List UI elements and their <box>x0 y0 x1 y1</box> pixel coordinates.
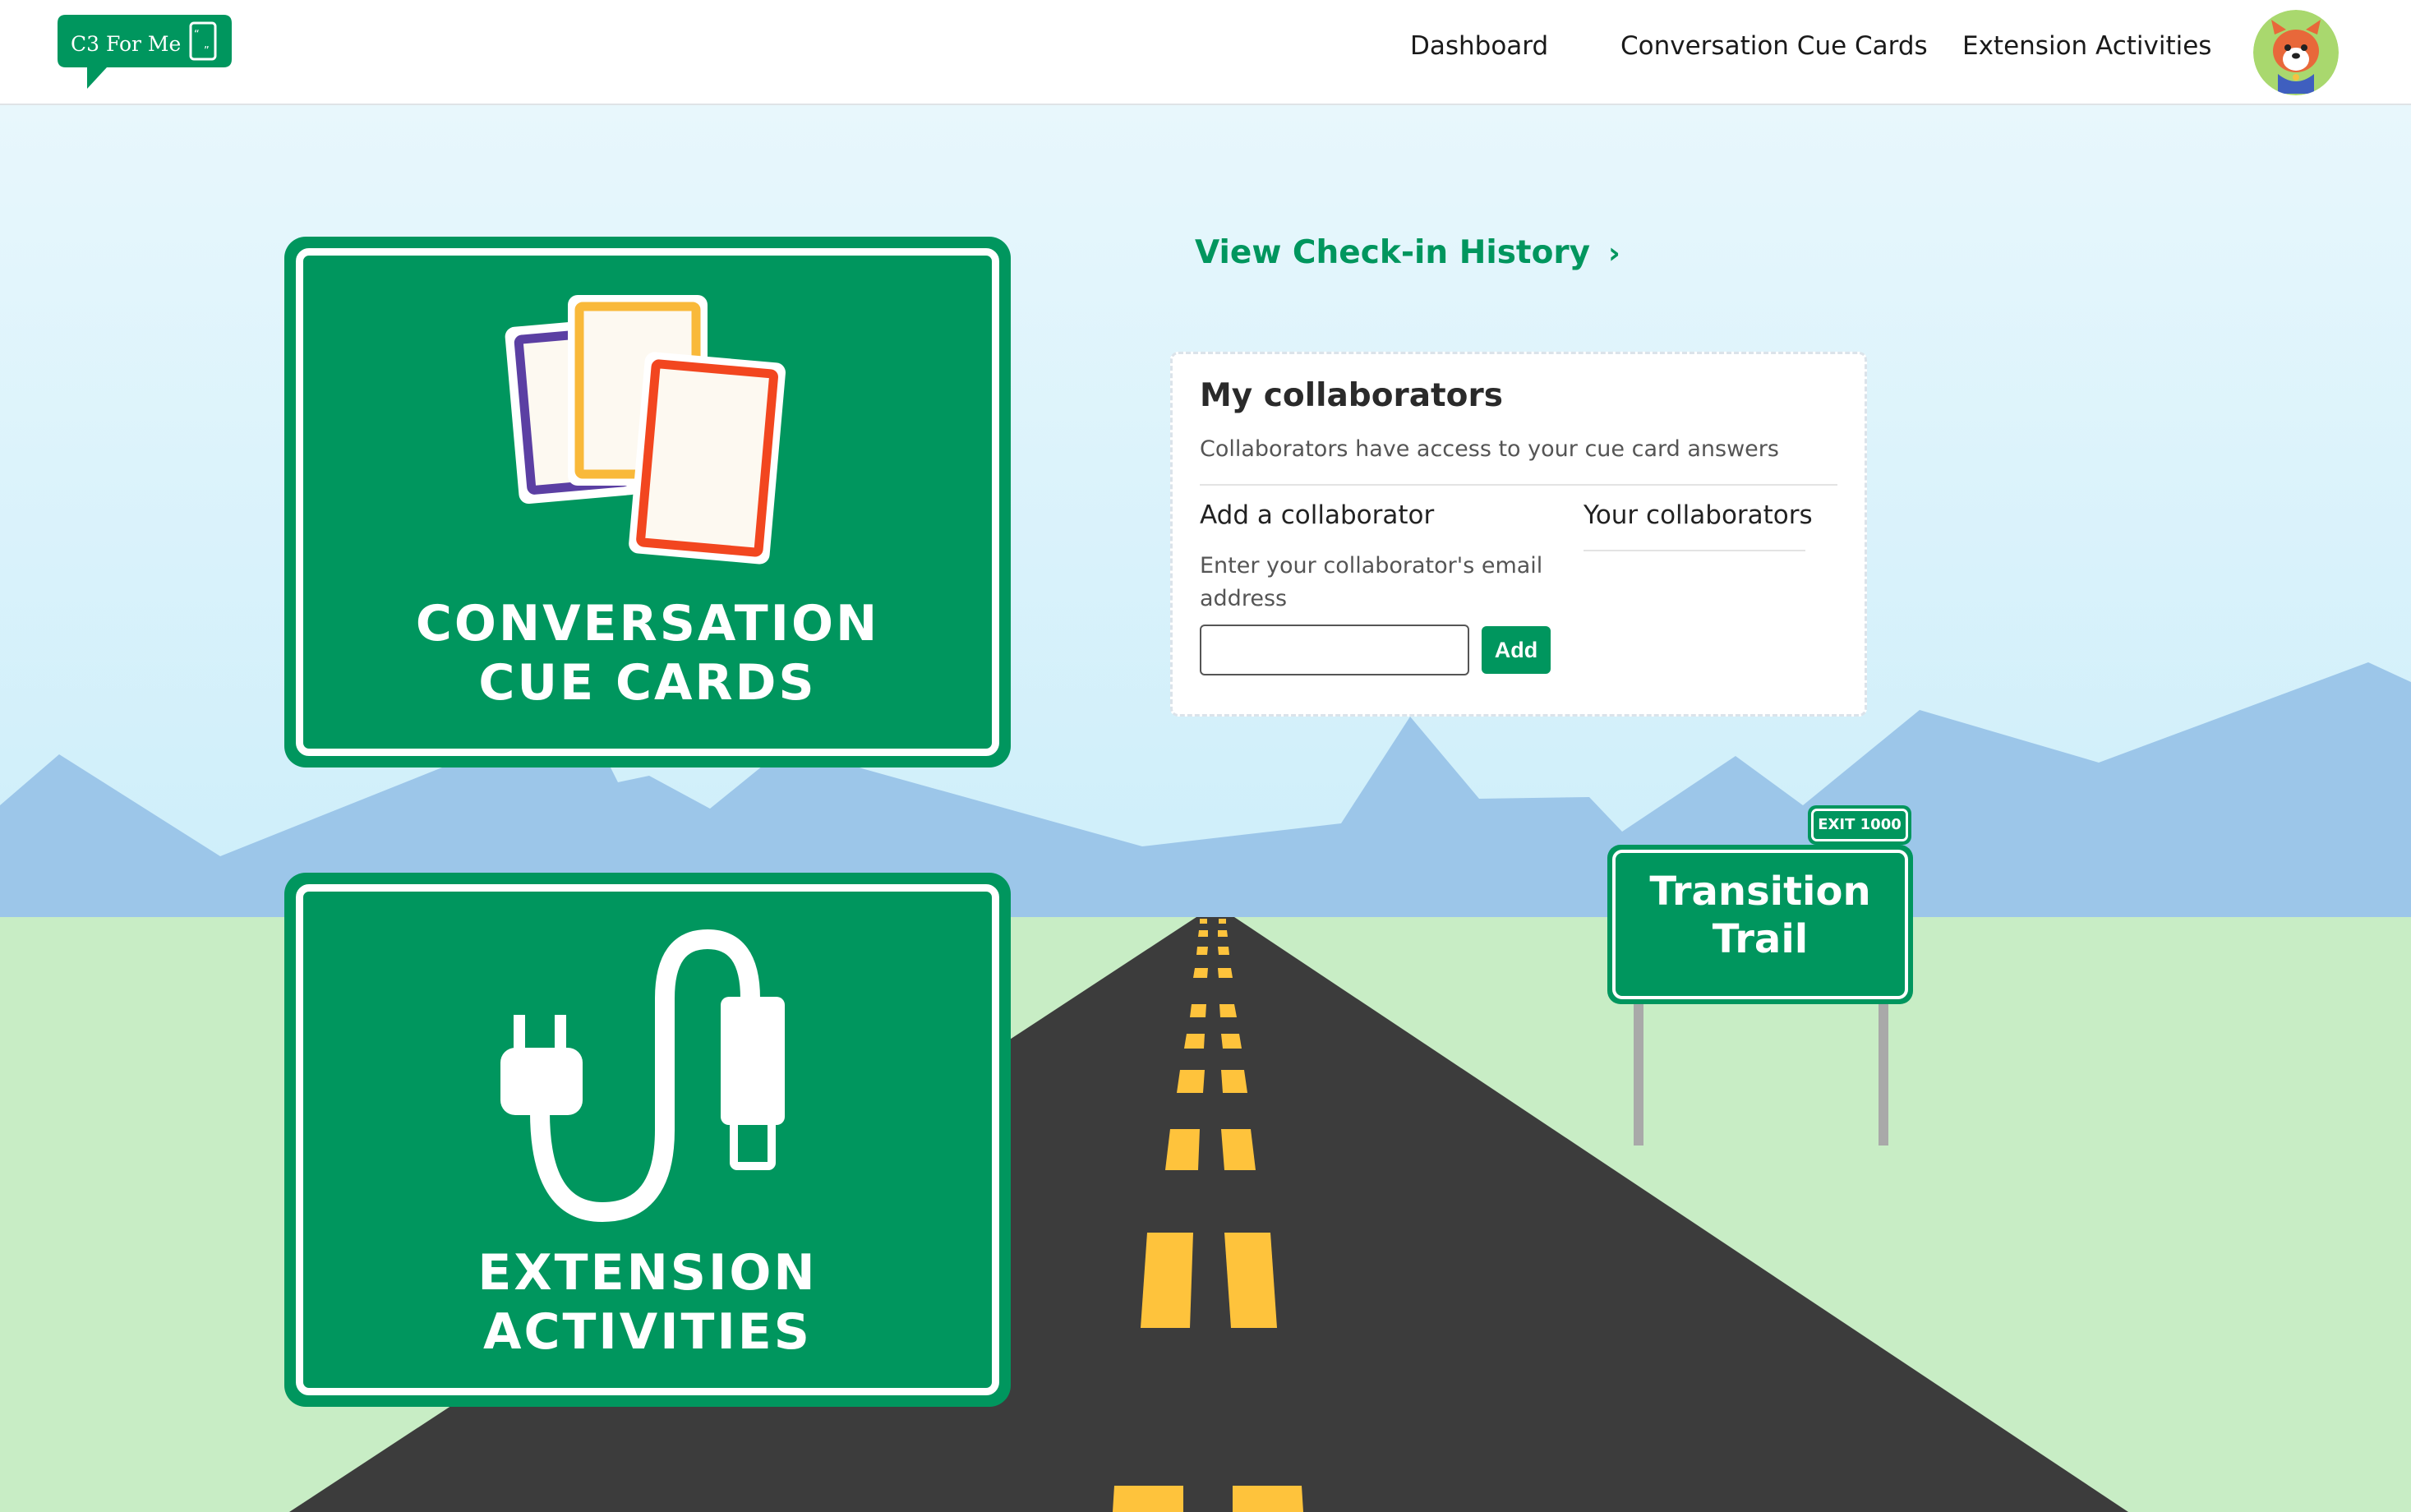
your-collaborators-heading: Your collaborators <box>1584 500 1813 530</box>
collaborators-subtitle: Collaborators have access to your cue ca… <box>1200 436 1779 462</box>
cue-cards-sign-title: CONVERSATION CUE CARDS <box>415 595 880 712</box>
nav-conversation-cue-cards[interactable]: Conversation Cue Cards <box>1620 31 1928 61</box>
chevron-right-icon: › <box>1608 237 1620 270</box>
collaborator-email-input[interactable] <box>1200 625 1469 675</box>
nav-dashboard[interactable]: Dashboard <box>1410 31 1548 61</box>
logo-text: C3 For Me <box>71 32 181 56</box>
conversation-cue-cards-sign[interactable]: CONVERSATION CUE CARDS <box>284 237 1011 768</box>
collaborators-panel: My collaborators Collaborators have acce… <box>1170 352 1867 717</box>
svg-text:”: ” <box>204 45 210 58</box>
your-collaborators-divider <box>1584 550 1805 551</box>
sign-post-right <box>1879 999 1888 1146</box>
history-link-label: View Check-in History <box>1195 234 1591 271</box>
user-avatar[interactable] <box>2253 10 2339 95</box>
navbar: C3 For Me “ ” Dashboard Conversation Cue… <box>0 0 2411 105</box>
exit-tag: EXIT 1000 <box>1808 805 1911 845</box>
add-collaborator-heading: Add a collaborator <box>1200 500 1435 530</box>
svg-text:“: “ <box>194 29 200 41</box>
view-checkin-history-link[interactable]: View Check-in History › <box>1195 234 1620 271</box>
extension-activities-sign[interactable]: EXTENSION ACTIVITIES <box>284 873 1011 1407</box>
c3-for-me-logo[interactable]: C3 For Me “ ” <box>58 15 232 89</box>
sign-post-left <box>1634 999 1643 1146</box>
divider <box>1200 484 1837 486</box>
transition-trail-sign[interactable]: Transition Trail <box>1607 845 1913 1004</box>
collaborators-title: My collaborators <box>1200 377 1503 414</box>
cue-cards-icon <box>505 295 786 565</box>
trail-line1: Transition <box>1649 869 1871 915</box>
extension-sign-title: EXTENSION ACTIVITIES <box>477 1244 818 1361</box>
plug-cable-icon <box>500 929 785 1223</box>
add-collaborator-button[interactable]: Add <box>1482 626 1551 674</box>
exit-label: EXIT 1000 <box>1811 809 1908 841</box>
trail-line2: Trail <box>1712 916 1809 962</box>
nav-extension-activities[interactable]: Extension Activities <box>1962 31 2211 61</box>
email-label: Enter your collaborator's email address <box>1200 553 1543 611</box>
